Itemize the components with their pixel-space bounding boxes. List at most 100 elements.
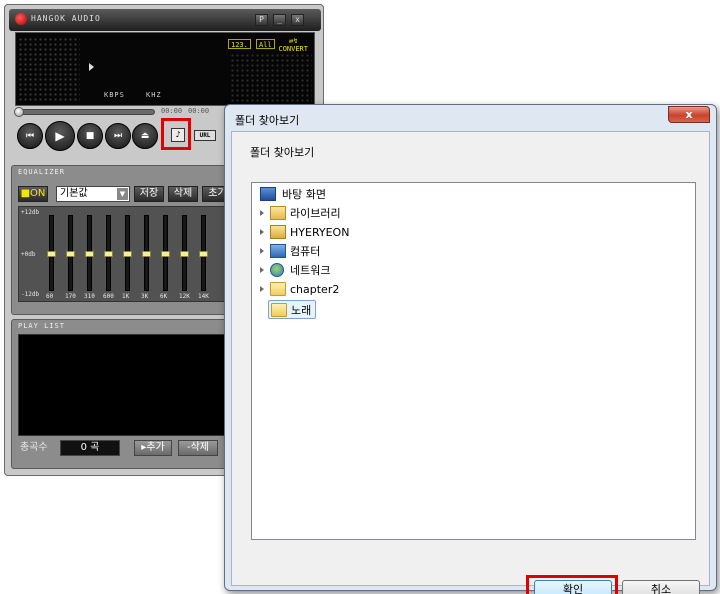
user-folder-icon xyxy=(270,225,286,239)
db-mid-label: +0db xyxy=(21,251,36,258)
url-button[interactable]: URL xyxy=(194,130,216,141)
player-title-bar[interactable]: HANGOK AUDIO P _ x xyxy=(9,9,321,31)
tree-item-network[interactable]: 네트워크 xyxy=(260,261,380,280)
db-bottom-label: -12db xyxy=(21,291,40,298)
cancel-button[interactable]: 취소 xyxy=(622,580,700,594)
total-time: 00:00 xyxy=(188,107,210,115)
previous-track-button[interactable]: ⏮ xyxy=(17,123,43,149)
folder-button-highlight xyxy=(161,118,191,150)
close-button[interactable]: x xyxy=(291,14,304,26)
playlist-header: PLAY LIST xyxy=(18,322,65,330)
expand-arrow-icon[interactable] xyxy=(260,248,264,254)
delete-song-label: 삭제 xyxy=(190,442,209,453)
tree-item-label: 노래 xyxy=(291,304,312,317)
eject-button[interactable]: ⏏ xyxy=(132,123,158,149)
dialog-body: 폴더 찾아보기 바탕 화면 라이브러리 HYERYEON 컴퓨터 네트워크 ch… xyxy=(231,131,710,594)
eq-band-label: 14K xyxy=(198,293,209,300)
tree-item-user[interactable]: HYERYEON xyxy=(260,223,380,242)
eq-slider-track[interactable] xyxy=(180,215,189,291)
eq-slider-track[interactable] xyxy=(104,215,113,291)
next-track-button[interactable]: ⏭ xyxy=(105,123,131,149)
track-display: 123. All ⇄↯ CONVERT KBPS KHZ xyxy=(15,32,315,106)
tree-item-label: chapter2 xyxy=(290,283,340,296)
eq-band-label: 60 xyxy=(46,293,54,300)
expand-arrow-icon[interactable] xyxy=(260,229,264,235)
counter-badge[interactable]: 123. xyxy=(228,39,251,49)
eq-band-label: 1K xyxy=(122,293,130,300)
eq-slider-track[interactable] xyxy=(123,215,132,291)
expand-arrow-icon[interactable] xyxy=(260,267,264,273)
save-preset-button[interactable]: 저장 xyxy=(134,186,164,202)
pin-button[interactable]: P xyxy=(255,14,268,26)
kbps-label: KBPS xyxy=(104,91,125,99)
tree-item-songs[interactable]: 노래 xyxy=(268,300,316,319)
play-button[interactable]: ▶ xyxy=(45,121,75,151)
eq-slider-knob[interactable] xyxy=(180,251,189,257)
db-top-label: +12db xyxy=(21,209,40,216)
expand-arrow-icon[interactable] xyxy=(260,286,264,292)
eq-slider-knob[interactable] xyxy=(47,251,56,257)
minimize-button[interactable]: _ xyxy=(273,14,286,26)
dialog-heading: 폴더 찾아보기 xyxy=(250,146,315,159)
eq-slider-track[interactable] xyxy=(66,215,75,291)
tree-item-library[interactable]: 라이브러리 xyxy=(260,204,380,223)
all-repeat-badge[interactable]: All xyxy=(256,39,275,49)
stop-button[interactable]: ■ xyxy=(77,123,103,149)
desktop-icon xyxy=(260,187,276,201)
display-dot-grid xyxy=(18,37,80,103)
folder-icon xyxy=(271,303,287,317)
seek-bar[interactable] xyxy=(14,107,155,117)
convert-label: CONVERT xyxy=(278,45,308,53)
eq-slider-knob[interactable] xyxy=(66,251,75,257)
add-song-button[interactable]: ▸추가 xyxy=(134,440,172,456)
eq-band-label: 310 xyxy=(84,293,95,300)
ok-button-highlight xyxy=(526,575,618,594)
total-songs-label: 총곡수 xyxy=(20,442,48,453)
eq-band-label: 12K xyxy=(179,293,190,300)
spectrum-dot-grid xyxy=(230,53,312,103)
eq-slider-knob[interactable] xyxy=(142,251,151,257)
tree-item-desktop[interactable]: 바탕 화면 xyxy=(260,185,380,204)
chevron-down-icon[interactable]: ▼ xyxy=(117,188,128,200)
convert-button[interactable]: ⇄↯ CONVERT xyxy=(278,37,308,53)
folder-tree[interactable]: 바탕 화면 라이브러리 HYERYEON 컴퓨터 네트워크 chapter2 노… xyxy=(251,182,696,540)
expand-arrow-icon[interactable] xyxy=(260,210,264,216)
elapsed-time: 00:00 xyxy=(161,107,183,115)
tree-item-label: HYERYEON xyxy=(290,226,350,239)
eq-slider-knob[interactable] xyxy=(104,251,113,257)
eq-slider-track[interactable] xyxy=(161,215,170,291)
folder-icon xyxy=(270,282,286,296)
equalizer-header: EQUALIZER xyxy=(18,168,65,176)
folder-browse-dialog: 폴더 찾아보기 x 폴더 찾아보기 바탕 화면 라이브러리 HYERYEON 컴… xyxy=(224,104,717,594)
eq-slider-knob[interactable] xyxy=(123,251,132,257)
khz-label: KHZ xyxy=(146,91,162,99)
eq-slider-track[interactable] xyxy=(85,215,94,291)
computer-icon xyxy=(270,244,286,258)
dialog-close-button[interactable]: x xyxy=(668,106,710,123)
eq-band-label: 170 xyxy=(65,293,76,300)
eq-slider-knob[interactable] xyxy=(85,251,94,257)
tree-item-computer[interactable]: 컴퓨터 xyxy=(260,242,380,261)
song-count: 0 곡 xyxy=(60,440,120,456)
tree-item-label: 네트워크 xyxy=(290,264,331,277)
eq-slider-track[interactable] xyxy=(47,215,56,291)
add-song-label: 추가 xyxy=(146,442,165,453)
tree-item-chapter2[interactable]: chapter2 xyxy=(260,280,380,299)
eq-slider-knob[interactable] xyxy=(161,251,170,257)
seek-knob[interactable] xyxy=(14,107,24,117)
delete-song-button[interactable]: -삭제 xyxy=(178,440,218,456)
eq-slider-track[interactable] xyxy=(142,215,151,291)
preset-select[interactable]: 기본값 ▼ xyxy=(56,186,130,202)
tree-item-label: 라이브러리 xyxy=(290,207,341,220)
eq-slider-knob[interactable] xyxy=(199,251,208,257)
app-logo-icon xyxy=(15,13,27,25)
app-title: HANGOK AUDIO xyxy=(31,14,101,23)
delete-preset-button[interactable]: 삭제 xyxy=(168,186,198,202)
equalizer-on-toggle[interactable]: ■ON xyxy=(18,186,48,202)
tree-item-label: 컴퓨터 xyxy=(290,245,321,258)
eq-slider-track[interactable] xyxy=(199,215,208,291)
network-icon xyxy=(270,263,284,277)
eq-band-label: 3K xyxy=(141,293,149,300)
tree-item-label: 바탕 화면 xyxy=(282,188,326,201)
play-state-icon xyxy=(89,63,94,71)
